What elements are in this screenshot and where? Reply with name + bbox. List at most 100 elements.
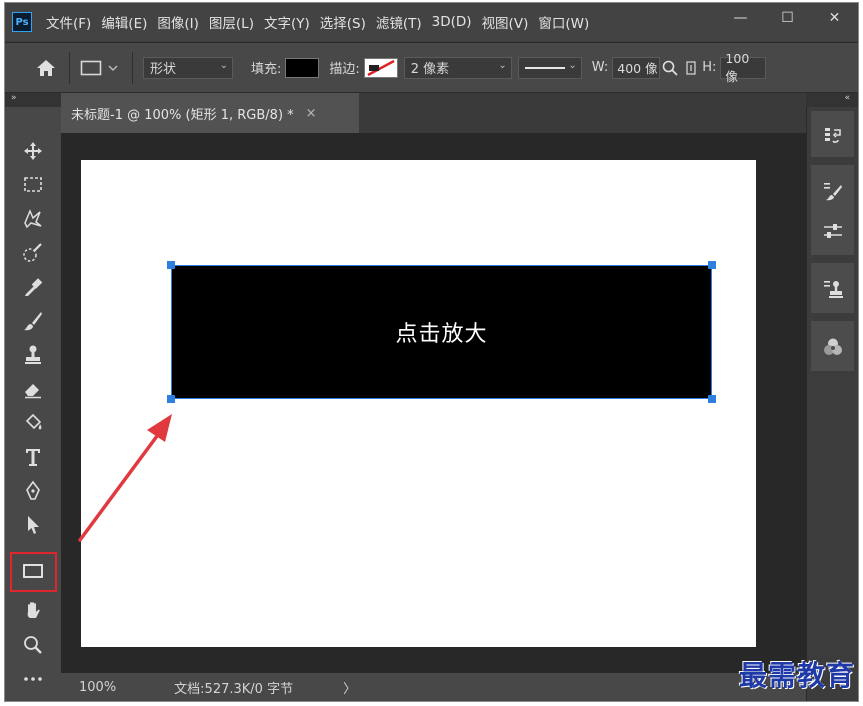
type-tool[interactable] (18, 443, 48, 471)
menu-file[interactable]: 文件(F) (46, 12, 91, 32)
sliders-icon (823, 223, 842, 238)
height-value: 100 像 (725, 50, 750, 84)
width-label: W: (591, 60, 609, 75)
mode-value: 形状 (150, 62, 177, 77)
stroke-swatch[interactable] (363, 57, 398, 78)
path-selection-tool[interactable] (18, 511, 48, 539)
pen-icon (26, 480, 40, 500)
watermark: 最需教育 (738, 659, 855, 692)
transform-handle[interactable] (708, 261, 716, 269)
transform-handle[interactable] (167, 261, 175, 269)
menu-layer[interactable]: 图层(L) (209, 12, 254, 32)
brush-settings-button[interactable] (819, 177, 846, 204)
right-panel-dock (806, 107, 858, 701)
document-info: 文档:527.3K/0 字节 (174, 681, 294, 697)
photoshop-logo: Ps (12, 12, 32, 32)
marquee-tool[interactable] (18, 171, 48, 199)
eyedropper-tool[interactable] (18, 273, 48, 301)
menu-3d[interactable]: 3D(D) (432, 14, 472, 30)
brush-icon (24, 312, 42, 331)
more-icon (24, 677, 42, 681)
chevron-down-icon (108, 65, 118, 71)
more-tools-button[interactable] (18, 665, 48, 693)
stroke-width-select[interactable]: 2 像素 ⌄ (403, 56, 512, 79)
stamp-tool[interactable] (18, 341, 48, 369)
brush-settings-icon (823, 182, 842, 200)
quick-selection-tool[interactable] (18, 239, 48, 267)
options-bar: 形状 ⌄ 填充: 描边: 2 像素 ⌄ ⌄ W: 400 像 H: 100 像 (5, 42, 858, 93)
shape-label: 点击放大 (395, 322, 488, 347)
close-button[interactable]: ✕ (811, 3, 858, 33)
eraser-icon (25, 384, 41, 399)
solid-line-icon (524, 66, 565, 69)
color-panel-button[interactable] (819, 333, 846, 360)
move-icon (24, 142, 42, 160)
home-icon (37, 59, 55, 76)
brush-tool[interactable] (18, 307, 48, 335)
rectangle-shape[interactable]: 点击放大 (171, 265, 712, 399)
hand-tool[interactable] (18, 597, 48, 625)
toolbar-collapse-button[interactable]: » (5, 93, 61, 107)
transform-handle[interactable] (167, 395, 175, 403)
history-panel-button[interactable] (819, 121, 846, 148)
history-icon (824, 127, 841, 143)
menu-select[interactable]: 选择(S) (320, 12, 366, 32)
paint-bucket-icon (25, 413, 42, 430)
lasso-icon (24, 209, 42, 229)
fill-label: 填充: (251, 62, 282, 77)
document-tab[interactable]: 未标题-1 @ 100% (矩形 1, RGB/8) * × (61, 93, 359, 133)
stroke-type-select[interactable]: ⌄ (517, 56, 582, 79)
search-icon[interactable] (662, 60, 678, 76)
menu-image[interactable]: 图像(I) (157, 12, 199, 32)
document-canvas[interactable]: 点击放大 (81, 160, 756, 647)
brush-panel-group (811, 165, 854, 255)
stroke-label: 描边: (329, 62, 360, 77)
hand-icon (27, 602, 40, 618)
menu-type[interactable]: 文字(Y) (264, 12, 310, 32)
canvas-area[interactable]: 点击放大 (61, 133, 806, 673)
options-divider (132, 51, 133, 84)
photoshop-window: Ps 文件(F) 编辑(E) 图像(I) 图层(L) 文字(Y) 选择(S) 滤… (4, 2, 859, 702)
close-tab-icon[interactable]: × (306, 106, 317, 121)
height-input[interactable]: 100 像 (720, 51, 767, 84)
document-tab-bar: 未标题-1 @ 100% (矩形 1, RGB/8) * × (61, 93, 806, 133)
history-panel-group (811, 111, 854, 157)
lasso-tool[interactable] (18, 205, 48, 233)
quick-selection-icon (23, 243, 42, 262)
adjustments-button[interactable] (819, 217, 846, 244)
color-wheel-icon (823, 338, 842, 355)
status-menu-arrow[interactable]: 〉 (343, 678, 356, 697)
menu-view[interactable]: 视图(V) (482, 12, 529, 32)
eraser-tool[interactable] (18, 375, 48, 403)
restore-button[interactable]: ☐ (764, 3, 811, 33)
transform-handle[interactable] (708, 395, 716, 403)
home-button[interactable] (27, 53, 65, 83)
type-icon (26, 449, 40, 466)
width-input[interactable]: 400 像 (612, 56, 661, 79)
fill-swatch[interactable] (285, 57, 320, 78)
width-value: 400 像 (617, 61, 658, 76)
clone-stamp-icon (823, 280, 843, 298)
window-controls: — ☐ ✕ (717, 3, 858, 33)
paint-bucket-tool[interactable] (18, 409, 48, 437)
menu-edit[interactable]: 编辑(E) (101, 12, 147, 32)
height-label: H: (702, 60, 717, 75)
link-icon[interactable] (684, 60, 698, 76)
zoom-level[interactable]: 100% (79, 680, 116, 695)
zoom-tool[interactable] (18, 631, 48, 659)
marquee-icon (24, 177, 42, 192)
minimize-button[interactable]: — (717, 3, 764, 33)
pen-tool[interactable] (18, 477, 48, 505)
clone-source-button[interactable] (819, 275, 846, 302)
panel-collapse-button[interactable]: « (806, 93, 858, 107)
menu-window[interactable]: 窗口(W) (538, 12, 589, 32)
eyedropper-icon (25, 278, 43, 296)
tools-panel (5, 107, 61, 701)
arrow-cursor-icon (28, 516, 39, 534)
chevron-down-icon: ⌄ (568, 59, 577, 71)
mode-select[interactable]: 形状 ⌄ (143, 56, 233, 79)
move-tool[interactable] (18, 137, 48, 165)
menu-bar: Ps 文件(F) 编辑(E) 图像(I) 图层(L) 文字(Y) 选择(S) 滤… (5, 3, 858, 41)
tool-preset-picker[interactable] (80, 60, 128, 76)
menu-filter[interactable]: 滤镜(T) (376, 12, 422, 32)
